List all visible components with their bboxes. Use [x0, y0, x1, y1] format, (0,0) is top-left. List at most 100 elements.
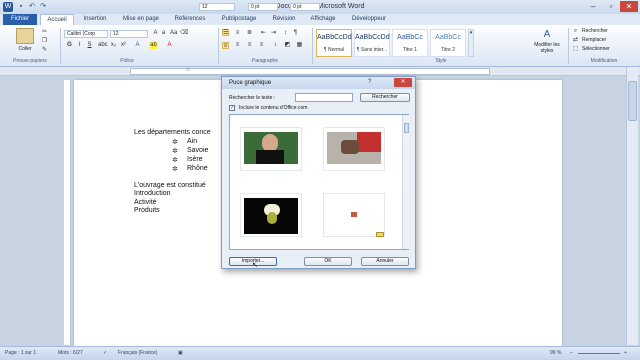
- zoom-slider[interactable]: [578, 353, 620, 354]
- tab-mailings[interactable]: Publipostage: [214, 14, 264, 25]
- replace-button[interactable]: Remplacer: [582, 37, 606, 43]
- language-indicator[interactable]: Français (France): [118, 350, 157, 356]
- picture-thumbnail[interactable]: [323, 193, 385, 237]
- font-name-select[interactable]: Calibri (Corp: [64, 30, 108, 38]
- style-heading-1[interactable]: AaBbCc Titre 1: [392, 29, 428, 57]
- clear-format-icon[interactable]: ⌫: [180, 30, 188, 37]
- zoom-out-icon[interactable]: −: [570, 350, 573, 356]
- borders-icon[interactable]: ▦: [296, 42, 303, 49]
- vertical-ruler[interactable]: [64, 80, 71, 345]
- picture-grid-scrollbar[interactable]: [402, 115, 409, 249]
- list-item[interactable]: Isère: [187, 156, 203, 163]
- bold-icon[interactable]: G: [66, 42, 73, 49]
- tab-home[interactable]: Accueil: [40, 14, 74, 25]
- tab-insert[interactable]: Insertion: [78, 14, 112, 25]
- picture-thumbnail[interactable]: [240, 193, 302, 237]
- picture-grid[interactable]: [229, 114, 409, 250]
- ok-button[interactable]: OK: [304, 257, 352, 266]
- style-heading-2[interactable]: AaBbCc Titre 2: [430, 29, 466, 57]
- list-item[interactable]: Ain: [187, 138, 197, 145]
- superscript-icon[interactable]: x²: [120, 42, 127, 49]
- zoom-level[interactable]: 99 %: [550, 350, 561, 356]
- vertical-scrollbar[interactable]: [626, 67, 638, 345]
- change-case-icon[interactable]: Aa: [170, 30, 177, 37]
- scrollbar-thumb[interactable]: [628, 81, 637, 121]
- justify-icon[interactable]: ≡: [258, 42, 265, 49]
- copy-icon[interactable]: ❐: [41, 38, 48, 45]
- style-normal[interactable]: AaBbCcDd ¶ Normal: [316, 29, 352, 57]
- cancel-button[interactable]: Annuler: [361, 257, 409, 266]
- spacing-after-box[interactable]: 0 pt: [290, 3, 320, 11]
- show-marks-icon[interactable]: ¶: [292, 30, 299, 37]
- align-left-icon[interactable]: ≡: [222, 42, 229, 49]
- replace-icon[interactable]: ⇄: [572, 37, 579, 44]
- font-color-icon[interactable]: A: [166, 42, 173, 49]
- grow-font-icon[interactable]: A: [152, 30, 159, 37]
- search-input[interactable]: [295, 93, 353, 102]
- font-size-quick-box[interactable]: 12: [199, 3, 235, 11]
- close-button[interactable]: ✕: [620, 1, 638, 12]
- macro-icon[interactable]: ▣: [178, 350, 183, 356]
- shading-icon[interactable]: ◩: [284, 42, 291, 49]
- horizontal-ruler[interactable]: ⌂: [0, 67, 640, 76]
- tab-developer[interactable]: Développeur: [344, 14, 394, 25]
- highlight-icon[interactable]: ab: [150, 42, 157, 49]
- word-count[interactable]: Mots : 6/27: [58, 350, 83, 356]
- document-line[interactable]: Introduction: [134, 190, 171, 197]
- change-styles-label[interactable]: Modifier les styles: [530, 42, 564, 54]
- strikethrough-icon[interactable]: abc: [98, 42, 108, 49]
- document-line[interactable]: Produits: [134, 207, 160, 214]
- minimize-button[interactable]: –: [584, 1, 602, 12]
- tab-file[interactable]: Fichier: [3, 14, 37, 25]
- search-button[interactable]: Rechercher: [360, 93, 410, 102]
- sort-icon[interactable]: ↕: [282, 30, 289, 37]
- proofing-icon[interactable]: ✓: [103, 350, 107, 356]
- help-icon[interactable]: ?: [368, 79, 371, 85]
- multilevel-list-icon[interactable]: ≣: [246, 30, 253, 37]
- scrollbar-thumb[interactable]: [404, 123, 409, 133]
- tab-references[interactable]: Références: [168, 14, 212, 25]
- subscript-icon[interactable]: x₂: [110, 42, 117, 49]
- cut-icon[interactable]: ✂: [41, 29, 48, 36]
- line-spacing-icon[interactable]: ↕: [272, 42, 279, 49]
- find-button[interactable]: Rechercher: [582, 28, 608, 34]
- include-office-checkbox[interactable]: ✓: [229, 105, 235, 111]
- find-icon[interactable]: ⌕: [572, 28, 579, 35]
- select-icon[interactable]: ⬚: [572, 46, 579, 53]
- italic-icon[interactable]: I: [76, 42, 83, 49]
- paste-icon[interactable]: [16, 28, 34, 44]
- picture-thumbnail[interactable]: [323, 127, 385, 171]
- tab-review[interactable]: Révision: [266, 14, 302, 25]
- picture-thumbnail[interactable]: [240, 127, 302, 171]
- format-painter-icon[interactable]: ✎: [41, 47, 48, 54]
- document-line[interactable]: Les départements conce: [134, 129, 211, 136]
- page-count[interactable]: Page : 1 sur 1: [5, 350, 36, 356]
- spacing-before-box[interactable]: 0 pt: [248, 3, 278, 11]
- style-no-spacing[interactable]: AaBbCcDd ¶ Sans inter...: [354, 29, 390, 57]
- document-line[interactable]: Activité: [134, 199, 157, 206]
- maximize-button[interactable]: ▫: [602, 1, 620, 12]
- tab-view[interactable]: Affichage: [304, 14, 342, 25]
- underline-icon[interactable]: S: [86, 42, 93, 49]
- bullets-icon[interactable]: ☰: [222, 29, 229, 36]
- decrease-indent-icon[interactable]: ⇤: [260, 30, 267, 37]
- zoom-in-icon[interactable]: +: [624, 350, 627, 356]
- indent-marker-icon[interactable]: ⌂: [186, 67, 190, 73]
- shrink-font-icon[interactable]: a: [160, 30, 167, 37]
- align-center-icon[interactable]: ≡: [234, 42, 241, 49]
- tab-page-layout[interactable]: Mise en page: [116, 14, 166, 25]
- font-size-select[interactable]: 12: [110, 30, 148, 38]
- dialog-title-bar[interactable]: Puce graphique ? ✕: [222, 77, 415, 89]
- styles-more-icon[interactable]: ▾: [468, 29, 474, 57]
- dialog-close-icon[interactable]: ✕: [394, 78, 412, 87]
- change-styles-icon[interactable]: A: [541, 29, 553, 41]
- align-right-icon[interactable]: ≡: [246, 42, 253, 49]
- document-line[interactable]: L'ouvrage est constitué: [134, 182, 206, 189]
- bullet-icon: ✲: [172, 157, 178, 164]
- list-item[interactable]: Savoie: [187, 147, 208, 154]
- numbering-icon[interactable]: ≡: [234, 30, 241, 37]
- select-button[interactable]: Sélectionner: [582, 46, 610, 52]
- text-effects-icon[interactable]: A: [134, 42, 141, 49]
- increase-indent-icon[interactable]: ⇥: [270, 30, 277, 37]
- list-item[interactable]: Rhône: [187, 165, 208, 172]
